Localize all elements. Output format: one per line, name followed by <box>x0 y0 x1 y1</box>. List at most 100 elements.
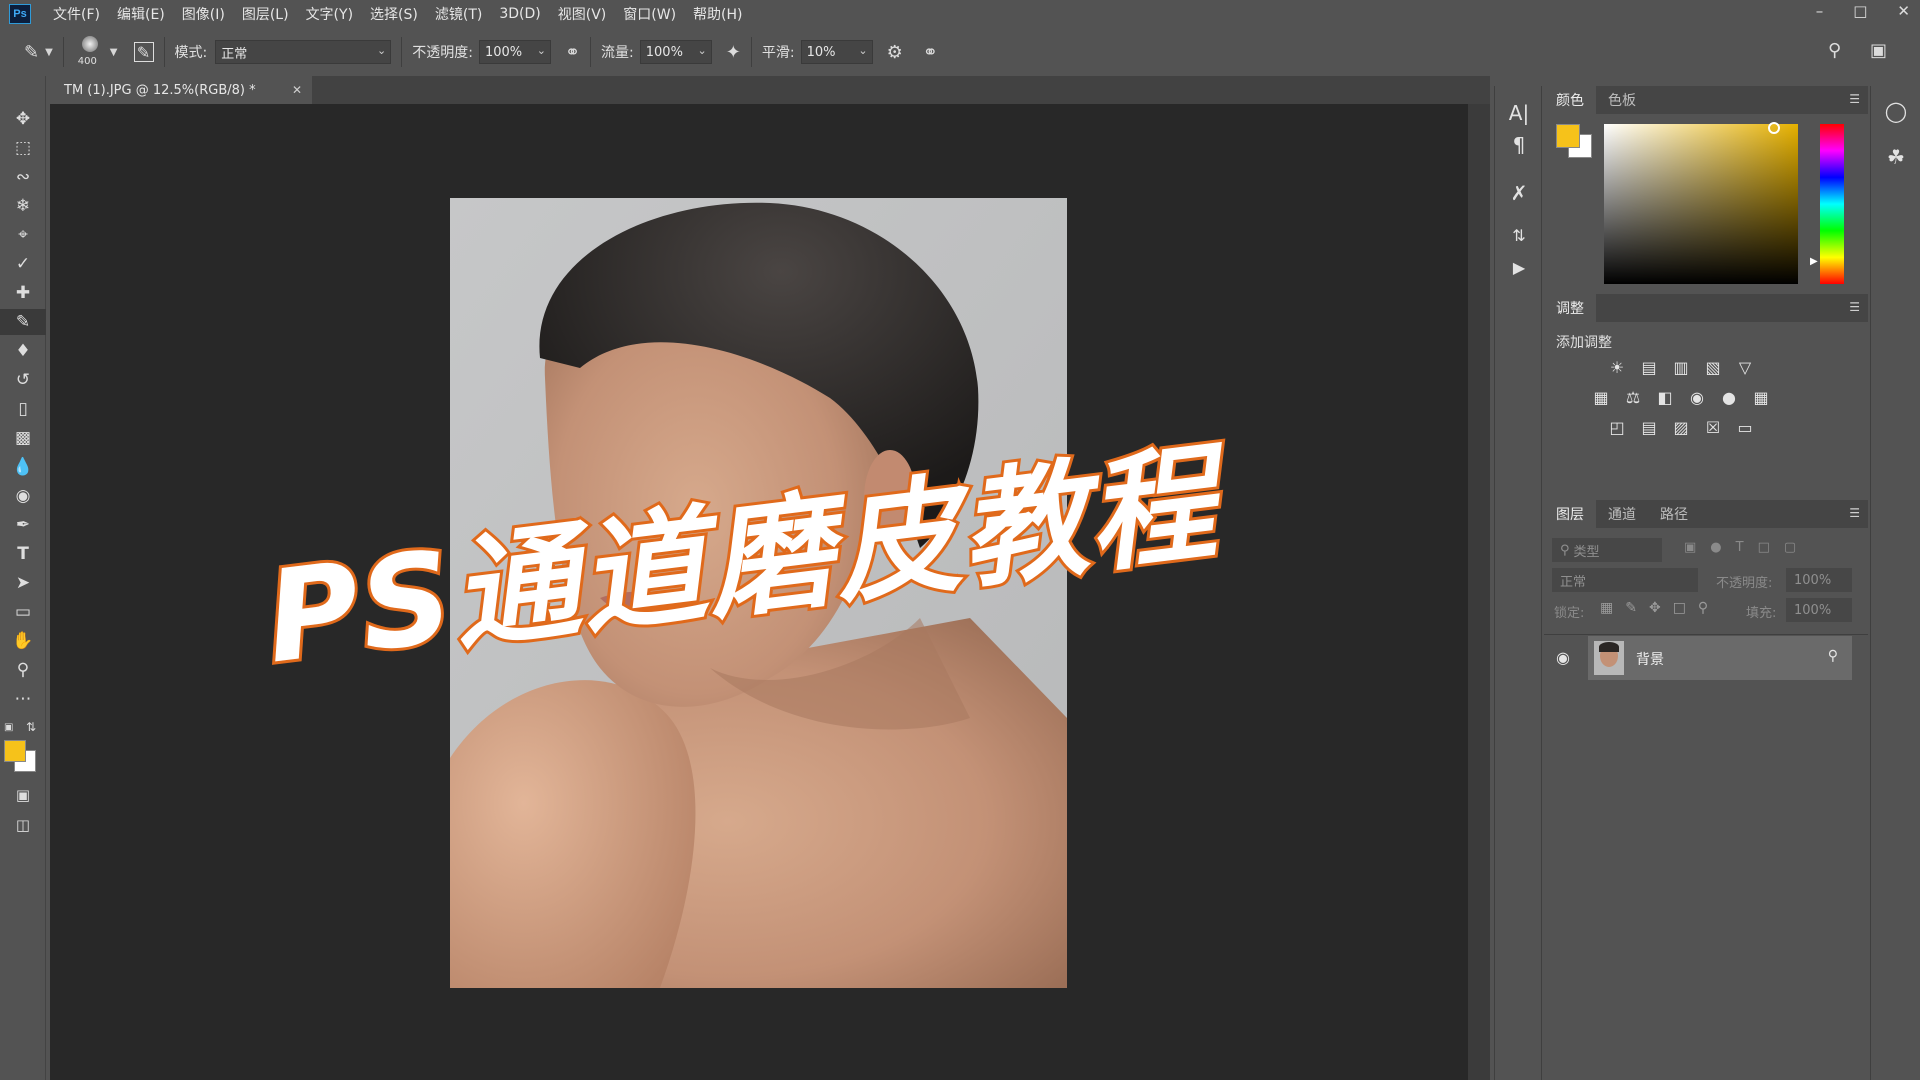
brush-icon[interactable]: ✎ <box>0 309 46 335</box>
lasso-icon[interactable]: ∾ <box>0 164 46 190</box>
airbrush-icon[interactable]: ✦ <box>726 42 741 63</box>
quick-mask-icon[interactable]: ▣ <box>0 782 46 808</box>
brush-size-picker[interactable]: 400 <box>74 32 106 72</box>
blur-icon[interactable]: 💧 <box>0 454 46 480</box>
document-tab[interactable]: TM (1).JPG @ 12.5%(RGB/8) * ✕ <box>50 76 312 104</box>
paragraph-panel-icon[interactable]: ¶ <box>1495 130 1543 160</box>
menu-filter[interactable]: 滤镜(T) <box>435 4 482 24</box>
path-select-icon[interactable]: ➤ <box>0 570 46 596</box>
stamp-icon[interactable]: ♦ <box>0 338 46 364</box>
chevron-down-icon[interactable]: ▼ <box>45 47 53 58</box>
layer-row-background[interactable]: 背景 ⚲ <box>1588 636 1852 680</box>
history-brush-icon[interactable]: ↺ <box>0 367 46 393</box>
pressure-opacity-icon[interactable]: ⚭ <box>565 42 580 63</box>
color-lookup-icon[interactable]: ▦ <box>1748 386 1774 408</box>
menu-layer[interactable]: 图层(L) <box>242 4 289 24</box>
photo-filter-icon[interactable]: ◉ <box>1684 386 1710 408</box>
type-icon[interactable]: T <box>0 541 46 567</box>
default-colors-icon[interactable]: ▣ <box>4 722 13 733</box>
workspace-icon[interactable]: ▣ <box>1870 40 1887 61</box>
mode-select[interactable]: 正常 ⌄ <box>215 40 392 64</box>
visibility-eye-icon[interactable]: ◉ <box>1556 648 1570 667</box>
brush-preset-icon[interactable]: ✎ <box>24 42 39 63</box>
search-icon[interactable]: ⚲ <box>1828 40 1841 61</box>
posterize-icon[interactable]: ▤ <box>1636 416 1662 438</box>
close-icon[interactable]: ✕ <box>292 83 302 97</box>
tab-paths[interactable]: 路径 <box>1648 500 1700 528</box>
marquee-icon[interactable]: ⬚ <box>0 135 46 161</box>
menu-view[interactable]: 视图(V) <box>558 4 607 24</box>
menu-3d[interactable]: 3D(D) <box>499 6 540 22</box>
smoothing-field[interactable]: 10% ⌄ <box>800 40 873 64</box>
chevron-down-icon[interactable]: ▼ <box>110 47 118 58</box>
menu-file[interactable]: 文件(F) <box>53 4 100 24</box>
vibrance-icon[interactable]: ▽ <box>1732 356 1758 378</box>
actions-play-icon[interactable]: ▶ <box>1495 252 1543 282</box>
menu-type[interactable]: 文字(Y) <box>306 4 353 24</box>
vertical-scrollbar[interactable] <box>1468 104 1490 1080</box>
gear-icon[interactable]: ⚙ <box>887 42 903 63</box>
lock-icons[interactable]: ▦✎✥□⚲ <box>1600 600 1720 616</box>
clone-source-icon[interactable]: ⇅ <box>1495 220 1543 250</box>
threshold-icon[interactable]: ▨ <box>1668 416 1694 438</box>
hue-slider-handle-icon[interactable]: ▶ <box>1810 256 1818 267</box>
menu-edit[interactable]: 编辑(E) <box>117 4 165 24</box>
quick-select-icon[interactable]: ❄ <box>0 193 46 219</box>
brightness-contrast-icon[interactable]: ☀ <box>1604 356 1630 378</box>
gradient-map-icon[interactable]: ▭ <box>1732 416 1758 438</box>
screen-mode-icon[interactable]: ◫ <box>0 812 46 838</box>
color-balance-icon[interactable]: ⚖ <box>1620 386 1646 408</box>
libraries-icon[interactable]: ☘ <box>1872 142 1920 172</box>
fill-field[interactable]: 100% <box>1786 598 1852 622</box>
hand-icon[interactable]: ✋ <box>0 628 46 654</box>
flow-field[interactable]: 100% ⌄ <box>639 40 712 64</box>
panel-menu-icon[interactable]: ☰ <box>1849 92 1860 106</box>
eyedropper-icon[interactable]: ✓ <box>0 251 46 277</box>
channel-mixer-icon[interactable]: ● <box>1716 386 1742 408</box>
layer-opacity-field[interactable]: 100% <box>1786 568 1852 592</box>
levels-icon[interactable]: ▤ <box>1636 356 1662 378</box>
pen-icon[interactable]: ✒ <box>0 512 46 538</box>
layer-filter-select[interactable]: ⚲ 类型 <box>1552 538 1662 562</box>
menu-select[interactable]: 选择(S) <box>370 4 418 24</box>
tab-layers[interactable]: 图层 <box>1544 500 1596 528</box>
close-icon[interactable]: ✕ <box>1897 2 1910 20</box>
curves-icon[interactable]: ▥ <box>1668 356 1694 378</box>
gradient-icon[interactable]: ▩ <box>0 425 46 451</box>
move-icon[interactable]: ✥ <box>0 106 46 132</box>
character-panel-icon[interactable]: A| <box>1495 98 1543 128</box>
eraser-icon[interactable]: ▯ <box>0 396 46 422</box>
maximize-icon[interactable]: □ <box>1853 2 1867 20</box>
brush-settings-icon[interactable]: ✎ <box>133 42 154 62</box>
rectangle-icon[interactable]: ▭ <box>0 599 46 625</box>
zoom-icon[interactable]: ⚲ <box>0 657 46 683</box>
exposure-icon[interactable]: ▧ <box>1700 356 1726 378</box>
tab-color[interactable]: 颜色 <box>1544 86 1596 114</box>
pressure-size-icon[interactable]: ⚭ <box>923 42 938 63</box>
brush-settings-panel-icon[interactable]: ✗ <box>1495 178 1543 208</box>
layer-filter-icons[interactable]: ▣●T□▢ <box>1684 540 1810 555</box>
healing-brush-icon[interactable]: ✚ <box>0 280 46 306</box>
opacity-field[interactable]: 100% ⌄ <box>478 40 551 64</box>
color-picker-cursor[interactable] <box>1768 122 1780 134</box>
blend-mode-select[interactable]: 正常 <box>1552 568 1698 592</box>
color-picker-field[interactable] <box>1604 122 1798 284</box>
hue-slider[interactable] <box>1820 124 1844 284</box>
selective-color-icon[interactable]: ☒ <box>1700 416 1726 438</box>
swap-colors-icon[interactable]: ⇅ <box>26 720 36 734</box>
menu-image[interactable]: 图像(I) <box>182 4 225 24</box>
panel-menu-icon[interactable]: ☰ <box>1849 300 1860 314</box>
lightbulb-icon[interactable]: ◯ <box>1872 96 1920 126</box>
tab-channels[interactable]: 通道 <box>1596 500 1648 528</box>
more-tools-icon[interactable]: ⋯ <box>0 686 46 712</box>
black-white-icon[interactable]: ◧ <box>1652 386 1678 408</box>
minimize-icon[interactable]: – <box>1816 2 1824 20</box>
invert-icon[interactable]: ◰ <box>1604 416 1630 438</box>
menu-help[interactable]: 帮助(H) <box>693 4 742 24</box>
crop-icon[interactable]: ⌖ <box>0 222 46 248</box>
panel-menu-icon[interactable]: ☰ <box>1849 506 1860 520</box>
menu-window[interactable]: 窗口(W) <box>623 4 676 24</box>
dodge-icon[interactable]: ◉ <box>0 483 46 509</box>
hue-saturation-icon[interactable]: ▦ <box>1588 386 1614 408</box>
tab-adjustments[interactable]: 调整 <box>1544 294 1596 322</box>
